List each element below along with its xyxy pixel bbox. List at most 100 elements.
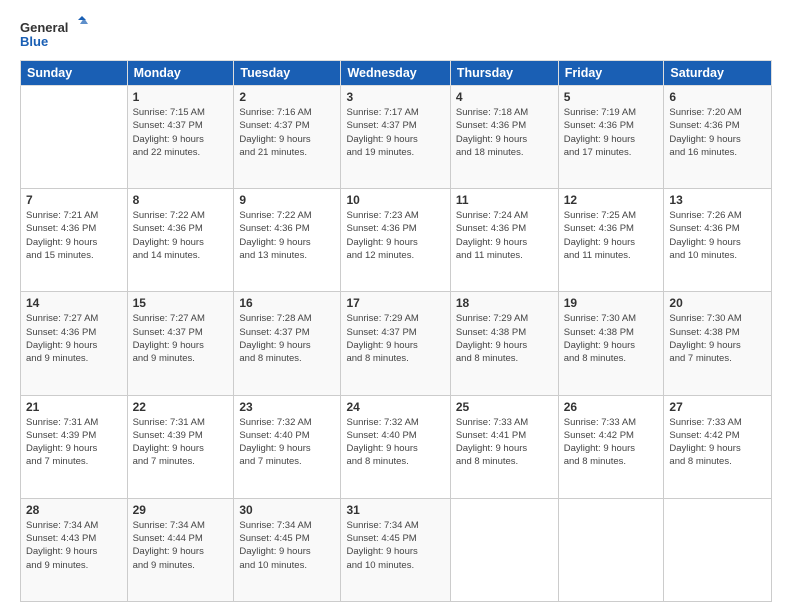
day-info: Sunrise: 7:30 AMSunset: 4:38 PMDaylight:… xyxy=(564,312,659,365)
day-info: Sunrise: 7:32 AMSunset: 4:40 PMDaylight:… xyxy=(239,416,335,469)
day-number: 27 xyxy=(669,400,766,414)
day-info: Sunrise: 7:31 AMSunset: 4:39 PMDaylight:… xyxy=(26,416,122,469)
calendar-cell: 28 Sunrise: 7:34 AMSunset: 4:43 PMDayligh… xyxy=(21,498,128,601)
calendar-cell: 9 Sunrise: 7:22 AMSunset: 4:36 PMDaylight… xyxy=(234,189,341,292)
day-of-week-header: Monday xyxy=(127,61,234,86)
calendar-cell: 16 Sunrise: 7:28 AMSunset: 4:37 PMDayligh… xyxy=(234,292,341,395)
calendar-cell: 18 Sunrise: 7:29 AMSunset: 4:38 PMDayligh… xyxy=(450,292,558,395)
calendar-cell: 13Sunrise: 7:26 AMSunset: 4:36 PMDayligh… xyxy=(664,189,772,292)
calendar-cell: 5 Sunrise: 7:19 AMSunset: 4:36 PMDaylight… xyxy=(558,86,664,189)
calendar-cell: 29 Sunrise: 7:34 AMSunset: 4:44 PMDayligh… xyxy=(127,498,234,601)
page: General Blue SundayMondayTuesdayWednesda… xyxy=(0,0,792,612)
calendar-cell: 23 Sunrise: 7:32 AMSunset: 4:40 PMDayligh… xyxy=(234,395,341,498)
day-info: Sunrise: 7:19 AMSunset: 4:36 PMDaylight:… xyxy=(564,106,659,159)
day-info: Sunrise: 7:33 AMSunset: 4:42 PMDaylight:… xyxy=(669,416,766,469)
header: General Blue xyxy=(20,16,772,52)
day-number: 2 xyxy=(239,90,335,104)
day-number: 14 xyxy=(26,296,122,310)
calendar-cell xyxy=(664,498,772,601)
logo-svg: General Blue xyxy=(20,16,90,52)
day-info: Sunrise: 7:27 AMSunset: 4:37 PMDaylight:… xyxy=(133,312,229,365)
day-info: Sunrise: 7:22 AMSunset: 4:36 PMDaylight:… xyxy=(133,209,229,262)
svg-text:General: General xyxy=(20,20,68,35)
day-info: Sunrise: 7:20 AMSunset: 4:36 PMDaylight:… xyxy=(669,106,766,159)
day-info: Sunrise: 7:24 AMSunset: 4:36 PMDaylight:… xyxy=(456,209,553,262)
day-number: 21 xyxy=(26,400,122,414)
day-of-week-header: Thursday xyxy=(450,61,558,86)
day-number: 5 xyxy=(564,90,659,104)
day-of-week-header: Tuesday xyxy=(234,61,341,86)
calendar-cell: 17Sunrise: 7:29 AMSunset: 4:37 PMDayligh… xyxy=(341,292,450,395)
day-number: 9 xyxy=(239,193,335,207)
day-info: Sunrise: 7:28 AMSunset: 4:37 PMDaylight:… xyxy=(239,312,335,365)
calendar-cell: 7 Sunrise: 7:21 AMSunset: 4:36 PMDaylight… xyxy=(21,189,128,292)
day-number: 12 xyxy=(564,193,659,207)
day-number: 16 xyxy=(239,296,335,310)
day-info: Sunrise: 7:34 AMSunset: 4:45 PMDaylight:… xyxy=(239,519,335,572)
logo: General Blue xyxy=(20,16,90,52)
day-number: 22 xyxy=(133,400,229,414)
calendar-table: SundayMondayTuesdayWednesdayThursdayFrid… xyxy=(20,60,772,602)
calendar-header-row: SundayMondayTuesdayWednesdayThursdayFrid… xyxy=(21,61,772,86)
calendar-cell: 21 Sunrise: 7:31 AMSunset: 4:39 PMDayligh… xyxy=(21,395,128,498)
day-info: Sunrise: 7:27 AMSunset: 4:36 PMDaylight:… xyxy=(26,312,122,365)
day-info: Sunrise: 7:23 AMSunset: 4:36 PMDaylight:… xyxy=(346,209,444,262)
day-number: 28 xyxy=(26,503,122,517)
day-number: 11 xyxy=(456,193,553,207)
day-info: Sunrise: 7:33 AMSunset: 4:42 PMDaylight:… xyxy=(564,416,659,469)
calendar-cell: 22 Sunrise: 7:31 AMSunset: 4:39 PMDayligh… xyxy=(127,395,234,498)
day-number: 3 xyxy=(346,90,444,104)
day-of-week-header: Sunday xyxy=(21,61,128,86)
day-number: 24 xyxy=(346,400,444,414)
day-info: Sunrise: 7:34 AMSunset: 4:45 PMDaylight:… xyxy=(346,519,444,572)
day-number: 26 xyxy=(564,400,659,414)
calendar-cell: 6Sunrise: 7:20 AMSunset: 4:36 PMDaylight… xyxy=(664,86,772,189)
calendar-cell: 10Sunrise: 7:23 AMSunset: 4:36 PMDayligh… xyxy=(341,189,450,292)
day-number: 7 xyxy=(26,193,122,207)
day-number: 18 xyxy=(456,296,553,310)
calendar-cell: 19 Sunrise: 7:30 AMSunset: 4:38 PMDayligh… xyxy=(558,292,664,395)
day-info: Sunrise: 7:15 AMSunset: 4:37 PMDaylight:… xyxy=(133,106,229,159)
day-info: Sunrise: 7:25 AMSunset: 4:36 PMDaylight:… xyxy=(564,209,659,262)
calendar-cell: 11 Sunrise: 7:24 AMSunset: 4:36 PMDayligh… xyxy=(450,189,558,292)
day-number: 30 xyxy=(239,503,335,517)
day-of-week-header: Friday xyxy=(558,61,664,86)
calendar-week-row: 21 Sunrise: 7:31 AMSunset: 4:39 PMDayligh… xyxy=(21,395,772,498)
day-number: 8 xyxy=(133,193,229,207)
day-of-week-header: Saturday xyxy=(664,61,772,86)
calendar-cell: 26 Sunrise: 7:33 AMSunset: 4:42 PMDayligh… xyxy=(558,395,664,498)
day-info: Sunrise: 7:29 AMSunset: 4:38 PMDaylight:… xyxy=(456,312,553,365)
calendar-cell xyxy=(21,86,128,189)
day-info: Sunrise: 7:34 AMSunset: 4:43 PMDaylight:… xyxy=(26,519,122,572)
day-info: Sunrise: 7:33 AMSunset: 4:41 PMDaylight:… xyxy=(456,416,553,469)
svg-text:Blue: Blue xyxy=(20,34,48,49)
calendar-cell: 2 Sunrise: 7:16 AMSunset: 4:37 PMDaylight… xyxy=(234,86,341,189)
calendar-cell xyxy=(450,498,558,601)
day-number: 23 xyxy=(239,400,335,414)
calendar-week-row: 14 Sunrise: 7:27 AMSunset: 4:36 PMDayligh… xyxy=(21,292,772,395)
calendar-cell: 3Sunrise: 7:17 AMSunset: 4:37 PMDaylight… xyxy=(341,86,450,189)
calendar-cell xyxy=(558,498,664,601)
calendar-cell: 24 Sunrise: 7:32 AMSunset: 4:40 PMDayligh… xyxy=(341,395,450,498)
day-number: 13 xyxy=(669,193,766,207)
calendar-cell: 14 Sunrise: 7:27 AMSunset: 4:36 PMDayligh… xyxy=(21,292,128,395)
day-info: Sunrise: 7:31 AMSunset: 4:39 PMDaylight:… xyxy=(133,416,229,469)
day-number: 31 xyxy=(346,503,444,517)
day-info: Sunrise: 7:21 AMSunset: 4:36 PMDaylight:… xyxy=(26,209,122,262)
calendar-week-row: 28 Sunrise: 7:34 AMSunset: 4:43 PMDayligh… xyxy=(21,498,772,601)
calendar-cell: 25 Sunrise: 7:33 AMSunset: 4:41 PMDayligh… xyxy=(450,395,558,498)
day-info: Sunrise: 7:34 AMSunset: 4:44 PMDaylight:… xyxy=(133,519,229,572)
calendar-cell: 4Sunrise: 7:18 AMSunset: 4:36 PMDaylight… xyxy=(450,86,558,189)
day-number: 4 xyxy=(456,90,553,104)
calendar-week-row: 1Sunrise: 7:15 AMSunset: 4:37 PMDaylight… xyxy=(21,86,772,189)
day-number: 29 xyxy=(133,503,229,517)
day-number: 25 xyxy=(456,400,553,414)
day-number: 20 xyxy=(669,296,766,310)
day-info: Sunrise: 7:32 AMSunset: 4:40 PMDaylight:… xyxy=(346,416,444,469)
day-number: 17 xyxy=(346,296,444,310)
calendar-cell: 20Sunrise: 7:30 AMSunset: 4:38 PMDayligh… xyxy=(664,292,772,395)
calendar-cell: 8 Sunrise: 7:22 AMSunset: 4:36 PMDaylight… xyxy=(127,189,234,292)
day-info: Sunrise: 7:16 AMSunset: 4:37 PMDaylight:… xyxy=(239,106,335,159)
day-number: 19 xyxy=(564,296,659,310)
day-info: Sunrise: 7:22 AMSunset: 4:36 PMDaylight:… xyxy=(239,209,335,262)
